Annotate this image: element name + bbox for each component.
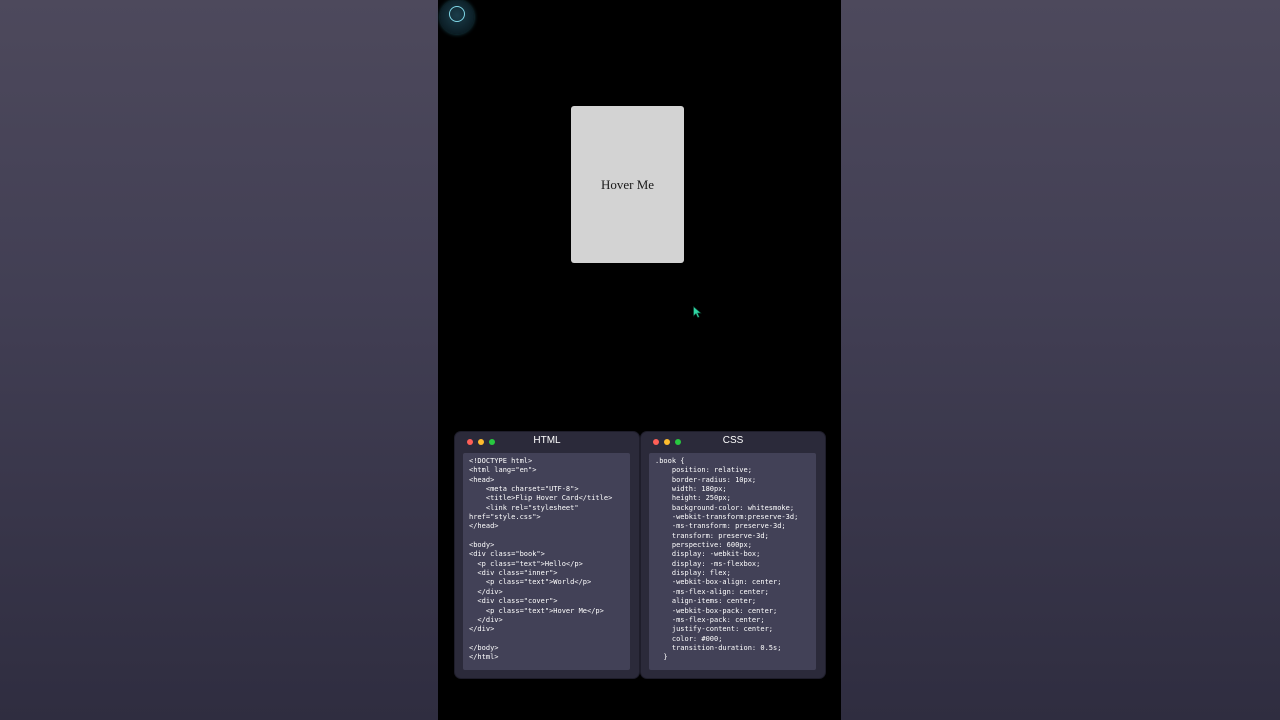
css-panel-title: CSS — [722, 435, 744, 446]
css-code-area: .book { position: relative; border-radiu… — [649, 453, 816, 670]
html-code-area: <!DOCTYPE html> <html lang="en"> <head> … — [463, 453, 630, 670]
html-panel-title: HTML — [533, 435, 561, 446]
logo-ring — [449, 6, 465, 22]
video-frame: Hover Me HTML <!DOCTYPE html> <html lang… — [438, 0, 841, 720]
css-code: .book { position: relative; border-radiu… — [655, 457, 799, 662]
mouse-cursor-icon — [693, 306, 702, 318]
html-code: <!DOCTYPE html> <html lang="en"> <head> … — [469, 457, 613, 662]
css-code-panel: CSS .book { position: relative; border-r… — [641, 432, 825, 678]
background-right — [841, 0, 1280, 720]
hover-card-label: Hover Me — [600, 176, 655, 192]
logo-icon — [440, 0, 474, 34]
html-code-panel: HTML <!DOCTYPE html> <html lang="en"> <h… — [455, 432, 639, 678]
background-left — [0, 0, 438, 720]
hover-card[interactable]: Hover Me — [571, 106, 684, 263]
css-panel-titlebar: CSS — [641, 432, 825, 452]
html-panel-titlebar: HTML — [455, 432, 639, 452]
